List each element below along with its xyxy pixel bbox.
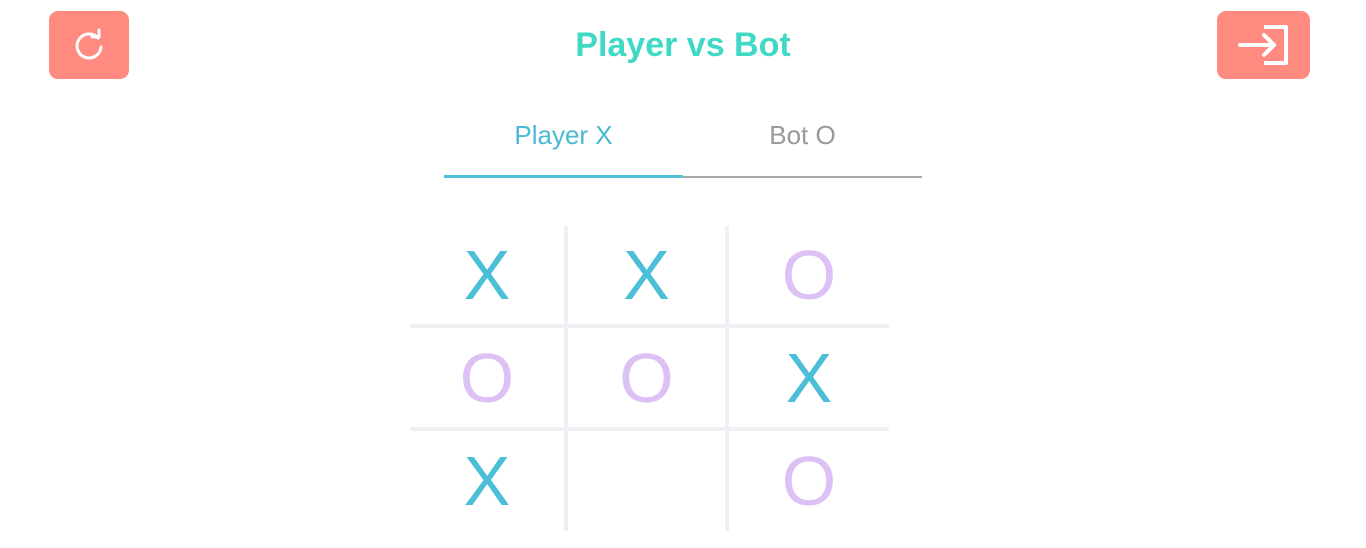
exit-button[interactable] [1217,11,1310,79]
board-cell[interactable]: X [729,328,889,431]
board-cell[interactable]: X [410,431,568,531]
board-cell[interactable]: O [410,328,568,431]
board-cell[interactable]: X [568,226,729,328]
page-title: Player vs Bot [575,26,791,64]
game-screen: Player vs Bot Player X Bot O X X O O O X… [0,0,1366,548]
tab-player-x[interactable]: Player X [444,108,683,178]
board-cell[interactable] [568,431,729,531]
board-cell[interactable]: O [568,328,729,431]
tab-bot-o[interactable]: Bot O [683,108,922,178]
board-cell[interactable]: O [729,431,889,531]
exit-icon [1236,23,1292,67]
board-cell[interactable]: X [410,226,568,328]
game-board: X X O O O X X O [410,226,889,531]
player-tabs: Player X Bot O [444,108,922,180]
board-cell[interactable]: O [729,226,889,328]
